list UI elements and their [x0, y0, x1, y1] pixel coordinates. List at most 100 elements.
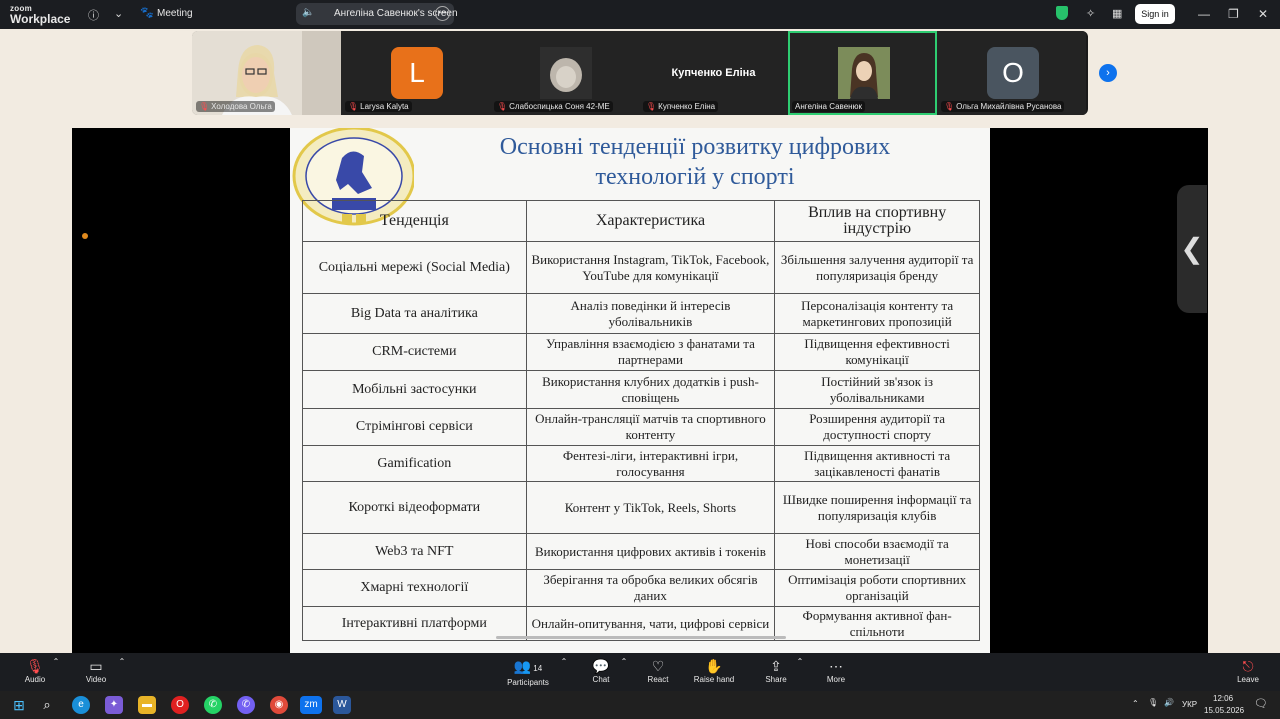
avatar-photo	[540, 47, 592, 99]
column-header: Тенденція	[302, 200, 527, 242]
table-row: Мобільні застосунки Використання клубних…	[302, 370, 980, 409]
column-header: Вплив на спортивну індустрію	[774, 200, 980, 242]
meeting-label: Meeting	[157, 8, 193, 19]
clock-date[interactable]: 15.05.2026	[1204, 706, 1244, 715]
table-row: Big Data та аналітика Аналіз поведінки й…	[302, 293, 980, 334]
more-button[interactable]: ⋯ More	[806, 657, 866, 684]
table-cell: Gamification	[302, 445, 527, 482]
mic-tray-icon[interactable]: 🎙	[1148, 698, 1158, 707]
react-button[interactable]: ♡ React	[628, 657, 688, 684]
sparkle-icon[interactable]: ✧	[1086, 7, 1095, 20]
notifications-icon[interactable]: 🗨	[1254, 697, 1268, 710]
screen-share-chip[interactable]: 🔈 Ангеліна Савенюк's screen •••	[296, 3, 458, 25]
windows-start-icon[interactable]: ⊞	[10, 696, 28, 714]
slide-title-line-1: Основні тенденції розвитку цифрових	[499, 134, 891, 160]
table-row: Стрімінгові сервіси Онлайн-трансляції ма…	[302, 408, 980, 446]
clock-time[interactable]: 12:06	[1213, 694, 1233, 703]
participant-tile[interactable]: L 🎙 Larysa Kalyta	[341, 31, 490, 115]
paw-icon: 🐾	[140, 7, 154, 19]
windows-taskbar: ⊞ ⌕ e ✦ ▬ O ✆ ✆ ◉ zm W ⌃ 🎙 🔊 УКР 12:06 1…	[0, 691, 1280, 719]
participant-name: 🎙 Слабоспицька Соня 42-МЕ	[494, 101, 613, 112]
next-page-icon[interactable]: ›	[1099, 64, 1117, 82]
table-cell: Хмарні технології	[302, 569, 527, 607]
raise-hand-label: Raise hand	[693, 675, 735, 684]
raise-hand-button[interactable]: ✋ Raise hand	[684, 657, 744, 684]
table-cell: Короткі відеоформати	[302, 481, 527, 534]
table-cell: CRM-системи	[302, 333, 527, 371]
table-cell: Аналіз поведінки й інтересів уболівальни…	[525, 293, 776, 334]
participant-tile[interactable]: 🎙 Слабоспицька Соня 42-МЕ	[490, 31, 639, 115]
participant-big-name: Купченко Еліна	[671, 67, 756, 79]
table-cell: Швидке поширення інформації та популяриз…	[774, 481, 980, 534]
minimize-icon[interactable]: —	[1198, 7, 1210, 21]
copilot-icon[interactable]: ✦	[105, 696, 123, 714]
mic-muted-icon: 🎙	[199, 102, 210, 111]
chrome-icon[interactable]: ◉	[270, 696, 288, 714]
table-cell: Web3 та NFT	[302, 533, 527, 570]
table-row: Хмарні технології Зберігання та обробка …	[302, 569, 980, 607]
table-row: Короткі відеоформати Контент у TikTok, R…	[302, 481, 980, 534]
table-cell: Управління взаємодією з фанатами та парт…	[525, 333, 776, 371]
participant-tile[interactable]: О 🎙 Ольга Михайлівна Русанова	[937, 31, 1086, 115]
table-cell: Інтерактивні платформи	[302, 606, 527, 641]
participant-name: 🎙 Larysa Kalyta	[345, 101, 412, 112]
viber-icon[interactable]: ✆	[237, 696, 255, 714]
table-cell: Оптимізація роботи спортивних організаці…	[774, 569, 980, 607]
mic-muted-icon: 🎙	[348, 102, 359, 111]
avatar: О	[987, 47, 1039, 99]
table-cell: Персоналізація контенту та маркетингових…	[774, 293, 980, 334]
close-icon[interactable]: ✕	[1258, 7, 1268, 21]
table-row: Gamification Фентезі-ліги, інтерактивні …	[302, 445, 980, 482]
more-label: More	[826, 675, 846, 684]
audio-label: Audio	[24, 675, 46, 684]
chevron-down-icon[interactable]: ⌄	[114, 7, 123, 20]
volume-icon[interactable]: 🔊	[1164, 698, 1174, 707]
table-cell: Підвищення ефективності комунікації	[774, 333, 980, 371]
file-explorer-icon[interactable]: ▬	[138, 696, 156, 714]
table-cell: Розширення аудиторії та доступності спор…	[774, 408, 980, 446]
participant-name: Ангеліна Савенюк	[792, 101, 866, 112]
security-shield-icon[interactable]	[1056, 6, 1068, 20]
zoom-taskbar-icon[interactable]: zm	[300, 696, 322, 714]
leave-button[interactable]: ⎋ Leave	[1218, 657, 1278, 684]
info-icon[interactable]: ⓘ	[88, 7, 99, 23]
more-options-icon[interactable]: •••	[435, 6, 450, 21]
collapse-panel-icon[interactable]: ❮	[1177, 185, 1207, 313]
hand-icon: ✋	[705, 658, 723, 674]
table-cell: Використання Instagram, TikTok, Facebook…	[525, 241, 776, 294]
more-icon: ⋯	[829, 658, 843, 674]
participant-tile[interactable]: 🎙 Холодова Ольга	[192, 31, 341, 115]
avatar	[838, 47, 890, 99]
word-icon[interactable]: W	[333, 696, 351, 714]
table-cell: Big Data та аналітика	[302, 293, 527, 334]
participant-tile-active[interactable]: Ангеліна Савенюк	[788, 31, 937, 115]
slide-scroll-indicator[interactable]	[496, 636, 786, 639]
sign-in-button[interactable]: Sign in	[1135, 4, 1175, 24]
zoom-logo: zoom Workplace	[10, 4, 70, 25]
video-options-icon[interactable]: ⌃	[92, 657, 152, 666]
whatsapp-icon[interactable]: ✆	[204, 696, 222, 714]
title-bar: zoom Workplace ⓘ ⌄ 🐾 Meeting 🔈 Ангеліна …	[0, 0, 1280, 29]
avatar	[540, 47, 592, 99]
mic-muted-icon: 🎙	[646, 102, 657, 111]
search-icon[interactable]: ⌕	[38, 696, 56, 714]
edge-icon[interactable]: e	[72, 696, 90, 714]
participant-name: 🎙 Ольга Михайлівна Русанова	[941, 101, 1065, 112]
table-cell: Онлайн-трансляції матчів та спортивного …	[525, 408, 776, 446]
participant-tile[interactable]: Купченко Еліна 🎙 Купченко Еліна	[639, 31, 788, 115]
participant-strip: 🎙 Холодова Ольга L 🎙 Larysa Kalyta 🎙 Слабос…	[192, 31, 1088, 115]
opera-icon[interactable]: O	[171, 696, 189, 714]
avatar-photo	[838, 47, 890, 99]
table-cell: Постійний зв'язок із уболівальниками	[774, 370, 980, 409]
language-indicator[interactable]: УКР	[1182, 700, 1197, 709]
restore-icon[interactable]: ❐	[1228, 7, 1239, 21]
participant-name: 🎙 Холодова Ольга	[196, 101, 275, 112]
table-cell: Фентезі-ліги, інтерактивні ігри, голосув…	[525, 445, 776, 482]
table-cell: Мобільні застосунки	[302, 370, 527, 409]
table-cell: Нові способи взаємодії та монетизації	[774, 533, 980, 570]
tray-chevron-icon[interactable]: ⌃	[1132, 699, 1139, 708]
video-label: Video	[85, 675, 107, 684]
participant-name: 🎙 Купченко Еліна	[643, 101, 719, 112]
leave-icon: ⎋	[1242, 658, 1254, 674]
view-icon[interactable]: ▦	[1112, 7, 1122, 20]
